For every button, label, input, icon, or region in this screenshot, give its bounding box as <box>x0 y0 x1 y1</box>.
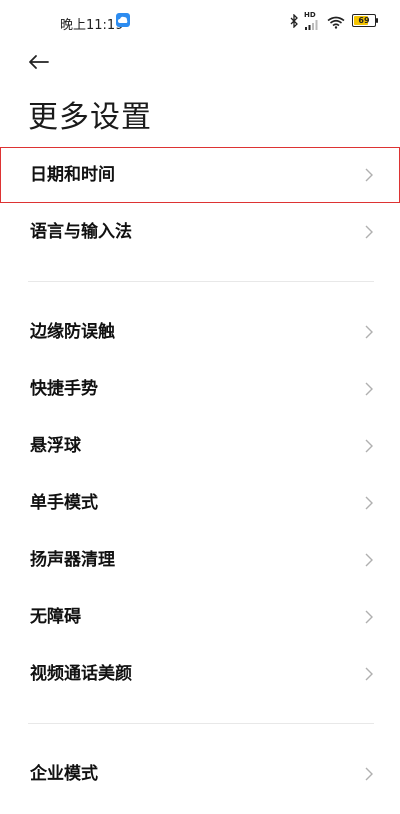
chevron-right-icon <box>364 552 374 572</box>
status-bar: 晚上11:19 HD 69 <box>0 0 400 44</box>
settings-item-edge-touch[interactable]: 边缘防误触 <box>0 304 400 360</box>
chevron-right-icon <box>364 324 374 344</box>
chevron-right-icon <box>364 438 374 458</box>
settings-item-enterprise-mode[interactable]: 企业模式 <box>0 746 400 802</box>
cloud-icon <box>116 13 130 27</box>
settings-item-label: 企业模式 <box>30 764 98 784</box>
settings-item-floating-ball[interactable]: 悬浮球 <box>0 418 400 474</box>
settings-item-label: 单手模式 <box>30 493 98 513</box>
settings-item-video-call-beauty[interactable]: 视频通话美颜 <box>0 646 400 702</box>
wifi-icon <box>327 14 345 33</box>
arrow-left-icon <box>26 55 54 80</box>
settings-item-label: 扬声器清理 <box>30 550 115 570</box>
settings-item-label: 无障碍 <box>30 607 81 627</box>
settings-item-language-input[interactable]: 语言与输入法 <box>0 204 400 260</box>
chevron-right-icon <box>364 609 374 629</box>
chevron-right-icon <box>364 224 374 244</box>
section-divider <box>28 281 374 282</box>
chevron-right-icon <box>364 495 374 515</box>
settings-item-label: 视频通话美颜 <box>30 664 132 684</box>
settings-item-accessibility[interactable]: 无障碍 <box>0 589 400 645</box>
battery-tip <box>376 18 378 23</box>
chevron-right-icon <box>364 381 374 401</box>
signal-icon <box>304 16 318 35</box>
settings-item-label: 日期和时间 <box>30 165 115 185</box>
settings-item-label: 快捷手势 <box>30 379 98 399</box>
settings-item-label: 语言与输入法 <box>30 222 132 242</box>
status-time: 晚上11:19 <box>60 18 124 33</box>
settings-item-one-handed-mode[interactable]: 单手模式 <box>0 475 400 531</box>
chevron-right-icon <box>364 167 374 187</box>
battery-icon: 69 <box>352 14 376 27</box>
bluetooth-icon <box>290 13 298 32</box>
section-divider <box>28 723 374 724</box>
chevron-right-icon <box>364 666 374 686</box>
settings-item-speaker-cleaning[interactable]: 扬声器清理 <box>0 532 400 588</box>
settings-item-quick-gestures[interactable]: 快捷手势 <box>0 361 400 417</box>
battery-level-text: 69 <box>358 16 370 25</box>
chevron-right-icon <box>364 766 374 786</box>
settings-item-date-time[interactable]: 日期和时间 <box>0 147 400 203</box>
settings-item-label: 悬浮球 <box>30 436 81 456</box>
page-title: 更多设置 <box>28 100 152 135</box>
back-button[interactable] <box>26 48 54 76</box>
settings-item-label: 边缘防误触 <box>30 322 115 342</box>
